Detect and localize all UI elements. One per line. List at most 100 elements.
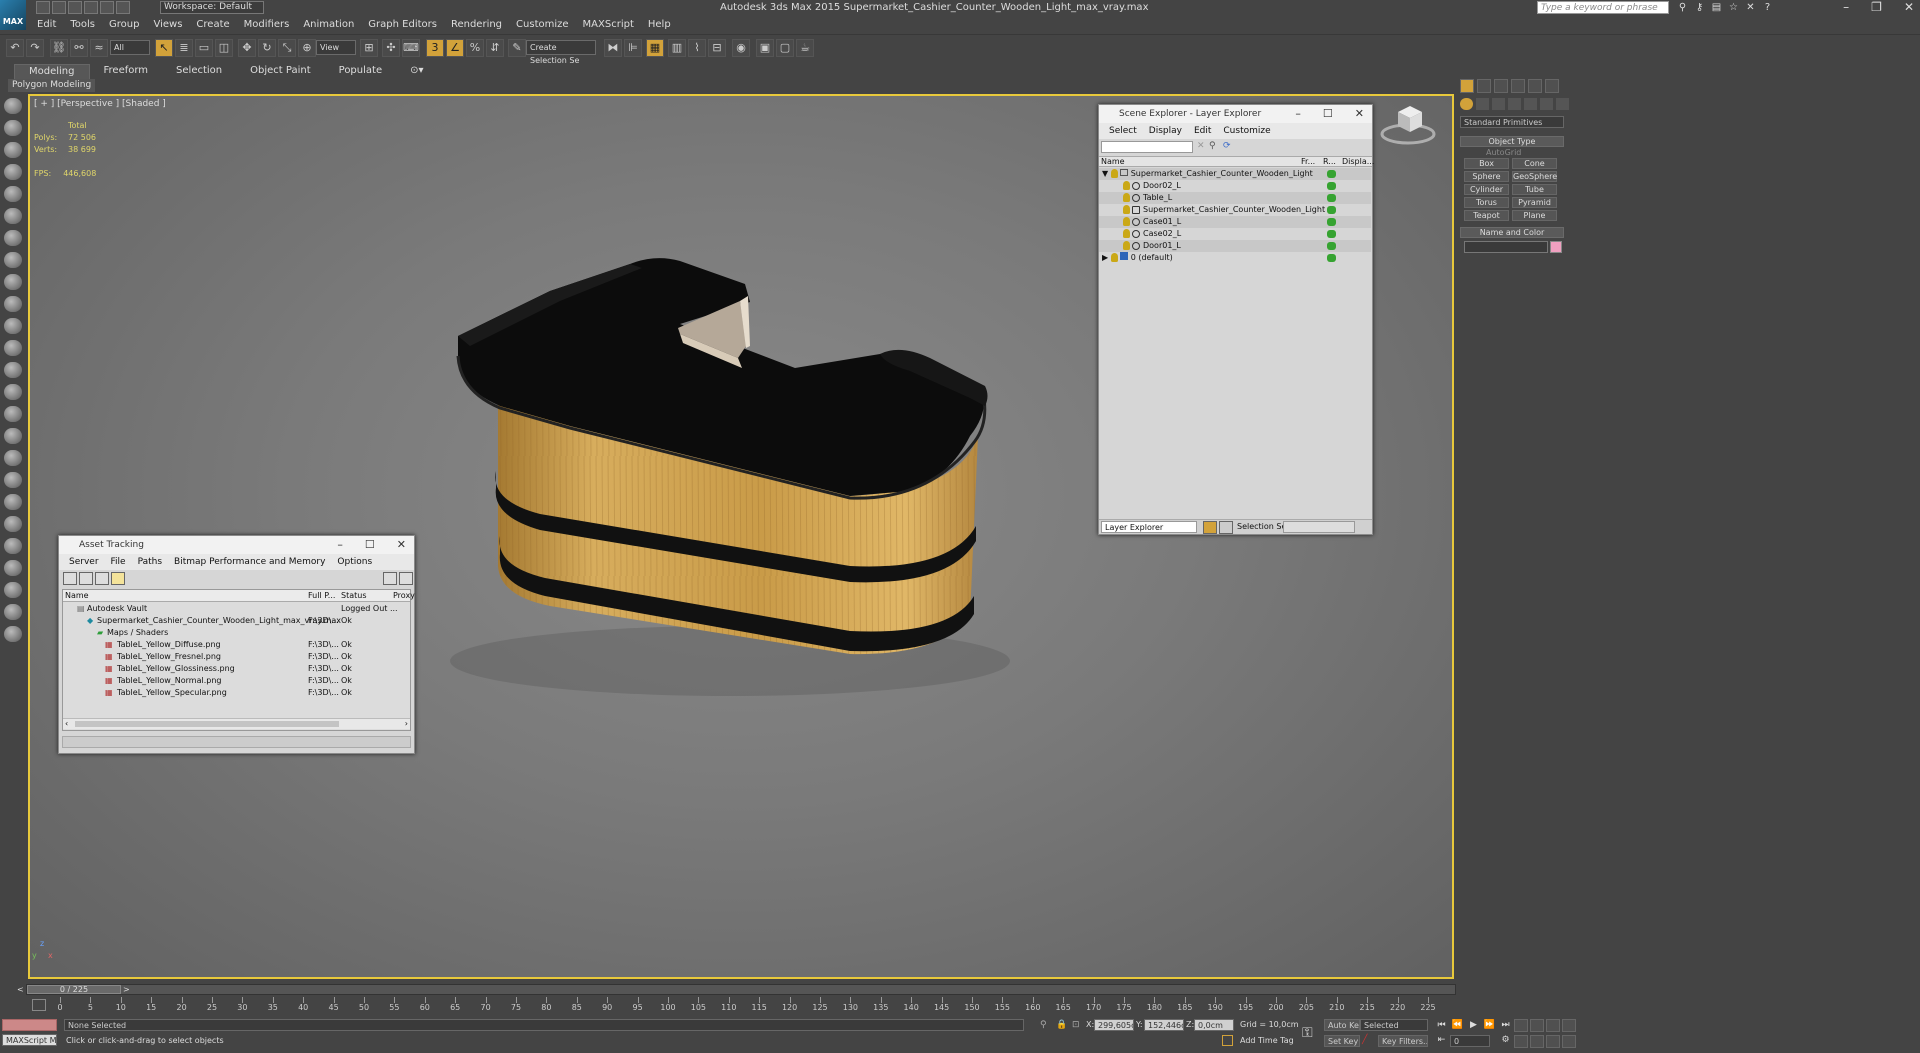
lightbulb-icon[interactable] xyxy=(1110,169,1118,178)
menu-tools[interactable]: Tools xyxy=(63,17,102,34)
pyramid-button[interactable]: Pyramid xyxy=(1512,197,1557,208)
add-time-tag[interactable]: Add Time Tag xyxy=(1240,1036,1294,1045)
sphere2-icon[interactable] xyxy=(4,560,22,576)
col-name[interactable]: Name xyxy=(1101,157,1125,167)
rect-selection-button[interactable]: ▭ xyxy=(195,39,213,57)
help-circle-icon[interactable] xyxy=(4,626,22,642)
cylinder-button[interactable]: Cylinder xyxy=(1464,184,1509,195)
table-row[interactable]: ▦ TableL_Yellow_Fresnel.png F:\3D\... Ok xyxy=(63,651,410,662)
target-icon[interactable] xyxy=(4,384,22,400)
minimize-icon[interactable]: – xyxy=(1295,105,1301,123)
workspace-dropdown[interactable]: Workspace: Default xyxy=(160,1,264,14)
track-bar[interactable]: 0 5 10 15 20 25 30 35 40 45 50 55 60 65 70 75 80 85 90 95 10… xyxy=(56,997,1456,1017)
go-to-start-icon[interactable]: ⏮ xyxy=(1434,1019,1449,1032)
helper-icon[interactable] xyxy=(4,582,22,598)
se-menu-display[interactable]: Display xyxy=(1143,123,1188,139)
scroll-thumb[interactable] xyxy=(75,721,339,727)
y-coord-field[interactable]: 152,446cm xyxy=(1144,1019,1184,1031)
grid-icon[interactable] xyxy=(4,164,22,180)
sphere-icon[interactable] xyxy=(4,318,22,334)
lights-icon[interactable] xyxy=(1492,98,1505,110)
lightbulb-icon[interactable] xyxy=(1123,229,1130,238)
unlink-icon[interactable]: ⚯ xyxy=(70,39,88,57)
dots-icon[interactable] xyxy=(4,428,22,444)
menu-edit[interactable]: Edit xyxy=(30,17,63,34)
render-production-button[interactable]: ☕ xyxy=(796,39,814,57)
col-display[interactable]: Displa... xyxy=(1342,157,1374,167)
renderable-icon[interactable] xyxy=(1327,254,1336,262)
sun-icon[interactable] xyxy=(4,362,22,378)
tree-row[interactable]: Door02_L xyxy=(1099,180,1371,192)
modify-tab-icon[interactable] xyxy=(1477,79,1491,93)
z-coord-field[interactable]: 0,0cm xyxy=(1194,1019,1234,1031)
ellipse-icon[interactable] xyxy=(4,296,22,312)
utilities-tab-icon[interactable] xyxy=(1545,79,1559,93)
planet-icon[interactable] xyxy=(4,538,22,554)
selection-set-dropdown[interactable] xyxy=(1283,521,1355,533)
table-row[interactable]: ▰ Maps / Shaders xyxy=(63,627,410,638)
tree-row[interactable]: Case01_L xyxy=(1099,216,1371,228)
box-button[interactable]: Box xyxy=(1464,158,1509,169)
previous-frame-icon[interactable]: ⏪ xyxy=(1450,1019,1465,1032)
application-button[interactable]: MAX xyxy=(0,0,26,30)
star-icon[interactable]: ☆ xyxy=(1727,1,1740,14)
tab-populate[interactable]: Populate xyxy=(325,64,396,79)
lightbulb-icon[interactable] xyxy=(1123,193,1130,202)
object-name-input[interactable] xyxy=(1464,241,1548,253)
sphere-button[interactable]: Sphere xyxy=(1464,171,1509,182)
named-selection-dropdown[interactable]: Create Selection Se xyxy=(526,40,596,65)
undo-icon[interactable] xyxy=(84,1,98,14)
selection-filter-dropdown[interactable]: All xyxy=(110,40,150,55)
renderable-icon[interactable] xyxy=(1327,182,1336,190)
menu-help[interactable]: Help xyxy=(641,17,678,34)
renderable-icon[interactable] xyxy=(1327,230,1336,238)
col-full-path[interactable]: Full P... xyxy=(308,590,335,601)
world-icon[interactable] xyxy=(4,472,22,488)
tree-row[interactable]: Supermarket_Cashier_Counter_Wooden_Light xyxy=(1099,204,1371,216)
clear-filter-icon[interactable]: ✕ xyxy=(1197,141,1205,151)
percent-snap-button[interactable]: % xyxy=(466,39,484,57)
play-icon[interactable]: ▶ xyxy=(1466,1019,1481,1032)
time-slider-thumb[interactable]: 0 / 225 xyxy=(27,985,121,994)
tube-button[interactable]: Tube xyxy=(1512,184,1557,195)
expand-icon[interactable]: ▼ xyxy=(1102,169,1108,178)
close-x-icon[interactable]: ✕ xyxy=(1744,1,1757,14)
table-row[interactable]: ▦ TableL_Yellow_Glossiness.png F:\3D\...… xyxy=(63,663,410,674)
at-menu-server[interactable]: Server xyxy=(63,554,105,570)
hand-icon[interactable] xyxy=(4,516,22,532)
hierarchy-tab-icon[interactable] xyxy=(1494,79,1508,93)
snaps-toggle-button[interactable]: 3 xyxy=(426,39,444,57)
lightbulb-icon[interactable] xyxy=(1123,217,1130,226)
renderable-icon[interactable] xyxy=(1327,206,1336,214)
rotate-button[interactable]: ↻ xyxy=(258,39,276,57)
table-row[interactable]: ▦ TableL_Yellow_Normal.png F:\3D\... Ok xyxy=(63,675,410,686)
close-icon[interactable]: ✕ xyxy=(397,536,406,554)
scroll-right-icon[interactable]: › xyxy=(405,719,408,728)
select-object-button[interactable]: ↖ xyxy=(155,39,173,57)
hierarchy-toggle-icon[interactable] xyxy=(1219,521,1233,534)
minimize-icon[interactable]: – xyxy=(337,536,343,554)
name-and-color-rollout[interactable]: Name and Color xyxy=(1460,227,1564,238)
renderable-icon[interactable] xyxy=(1327,194,1336,202)
redo-icon[interactable] xyxy=(100,1,114,14)
align-button[interactable]: ⊫ xyxy=(624,39,642,57)
move-button[interactable]: ✥ xyxy=(238,39,256,57)
container-icon[interactable] xyxy=(4,98,22,114)
angle-snap-button[interactable]: ∠ xyxy=(446,39,464,57)
open-file-icon[interactable] xyxy=(52,1,66,14)
viewcube[interactable] xyxy=(1378,100,1438,150)
set-key-button[interactable]: Set Key xyxy=(1324,1035,1360,1047)
menu-modifiers[interactable]: Modifiers xyxy=(237,17,297,34)
spinner-snap-button[interactable]: ⇵ xyxy=(486,39,504,57)
lock-icon[interactable]: 🔒 xyxy=(1056,1020,1067,1030)
zoom-extents-all-icon[interactable] xyxy=(1562,1019,1576,1032)
menu-maxscript[interactable]: MAXScript xyxy=(576,17,641,34)
render-icon[interactable] xyxy=(4,604,22,620)
se-menu-select[interactable]: Select xyxy=(1103,123,1143,139)
tree-icon[interactable] xyxy=(4,494,22,510)
object-color-swatch[interactable] xyxy=(1550,241,1562,253)
bind-space-warp-icon[interactable]: ≈ xyxy=(90,39,108,57)
list-icon[interactable] xyxy=(4,142,22,158)
tree-row[interactable]: ▼ Supermarket_Cashier_Counter_Wooden_Lig… xyxy=(1099,168,1371,180)
motion-tab-icon[interactable] xyxy=(1511,79,1525,93)
